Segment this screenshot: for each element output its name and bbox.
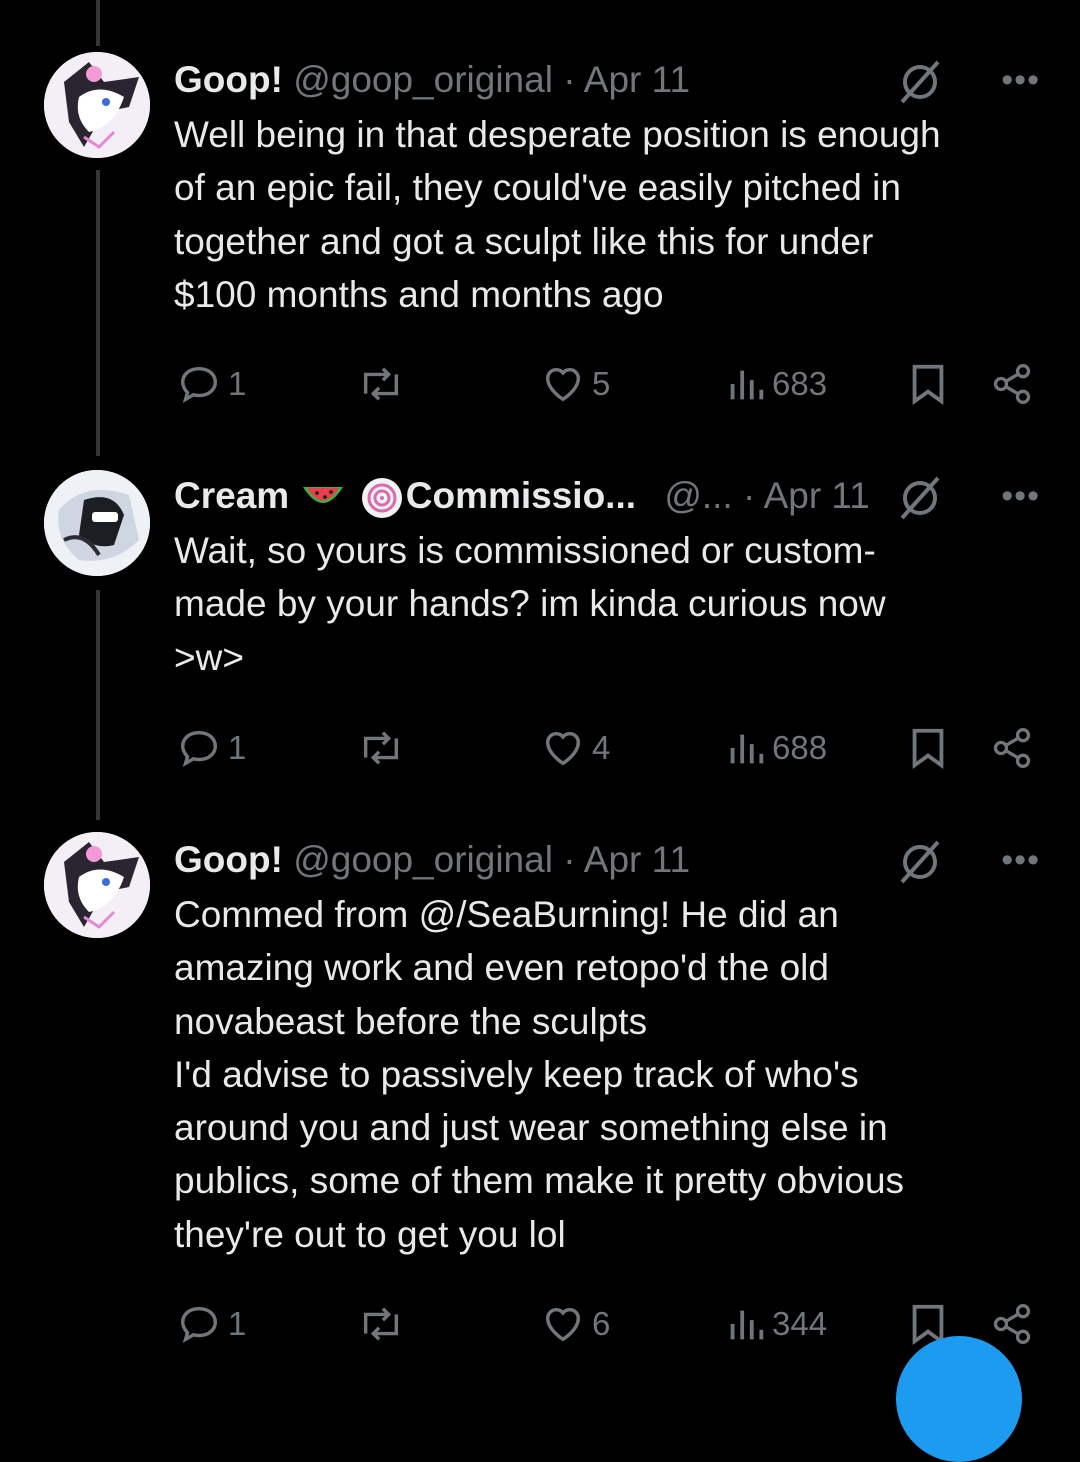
views-icon: [730, 734, 764, 764]
tweet-actions: 1 5 683: [174, 356, 1040, 412]
reply-button[interactable]: 1: [176, 1296, 246, 1352]
repost-button[interactable]: [356, 720, 406, 776]
more-icon[interactable]: •••: [1001, 52, 1040, 108]
tweet[interactable]: Cream Commissio... @... · Apr 11 ••• Wai…: [174, 468, 1040, 684]
share-icon: [993, 1304, 1031, 1344]
reply-button[interactable]: 1: [176, 720, 246, 776]
timestamp[interactable]: Apr 11: [584, 839, 690, 880]
views-icon: [730, 1310, 764, 1340]
views-button[interactable]: 688: [726, 720, 827, 776]
views-count: 344: [772, 1305, 828, 1342]
views-count: 683: [772, 365, 828, 402]
tweet-text: Well being in that desperate position is…: [174, 114, 941, 315]
like-count: 6: [592, 1305, 611, 1342]
timestamp[interactable]: Apr 11: [764, 475, 870, 516]
tweet-header: Goop! @goop_original · Apr 11 •••: [174, 832, 1040, 888]
separator-dot: ·: [743, 475, 756, 516]
reply-count: 1: [228, 1305, 247, 1342]
views-count: 688: [772, 729, 828, 766]
views-button[interactable]: 683: [726, 356, 827, 412]
share-icon: [993, 364, 1031, 404]
tweet-header: Cream Commissio... @... · Apr 11 •••: [174, 468, 1040, 524]
user-handle[interactable]: @...: [664, 475, 732, 516]
reply-count: 1: [228, 729, 247, 766]
share-button[interactable]: [990, 1296, 1034, 1352]
tweet-header: Goop! @goop_original · Apr 11 •••: [174, 52, 1040, 108]
reply-icon: [180, 730, 218, 767]
reply-button[interactable]: 1: [176, 356, 246, 412]
display-name[interactable]: Goop!: [174, 59, 283, 100]
repost-icon: [363, 1307, 399, 1341]
separator-dot: ·: [563, 839, 576, 880]
tweet-actions: 1 6 344: [174, 1296, 1040, 1352]
tweet-text: Commed from @/SeaBurning! He did an amaz…: [174, 894, 905, 1255]
heart-icon: [545, 731, 581, 766]
heart-icon: [545, 367, 581, 402]
tweet-actions: 1 4 688: [174, 720, 1040, 776]
repost-icon: [363, 731, 399, 765]
share-button[interactable]: [990, 356, 1034, 412]
like-button[interactable]: 5: [540, 356, 610, 412]
like-count: 5: [592, 365, 611, 402]
bookmark-button[interactable]: [908, 720, 948, 776]
grok-icon[interactable]: [896, 474, 944, 522]
display-name-suffix[interactable]: Commissio...: [406, 475, 636, 516]
heart-icon: [545, 1307, 581, 1342]
avatar[interactable]: [44, 52, 150, 158]
share-icon: [993, 728, 1031, 768]
thread-line-top: [96, 0, 100, 46]
views-button[interactable]: 344: [726, 1296, 827, 1352]
avatar[interactable]: [44, 832, 150, 938]
repost-icon: [363, 367, 399, 401]
like-button[interactable]: 4: [540, 720, 610, 776]
watermelon-emoji: [303, 487, 344, 504]
repost-button[interactable]: [356, 356, 406, 412]
compose-button[interactable]: [896, 1336, 1022, 1462]
grok-icon[interactable]: [896, 838, 944, 886]
display-name[interactable]: Goop!: [174, 839, 283, 880]
like-button[interactable]: 6: [540, 1296, 610, 1352]
tweet[interactable]: Goop! @goop_original · Apr 11 ••• Well b…: [174, 52, 1040, 321]
bookmark-icon: [912, 364, 944, 405]
reply-icon: [180, 1306, 218, 1343]
more-icon[interactable]: •••: [1001, 468, 1040, 524]
thread-line-1: [96, 170, 100, 456]
tweet-text: Wait, so yours is commissioned or custom…: [174, 530, 886, 678]
display-name[interactable]: Cream: [174, 475, 289, 516]
reply-count: 1: [228, 365, 247, 402]
spiral-emoji: [361, 478, 402, 519]
user-handle[interactable]: @goop_original: [293, 839, 553, 880]
views-icon: [730, 370, 764, 400]
share-button[interactable]: [990, 720, 1034, 776]
bookmark-button[interactable]: [908, 356, 948, 412]
repost-button[interactable]: [356, 1296, 406, 1352]
thread-line-2: [96, 590, 100, 820]
separator-dot: ·: [563, 59, 576, 100]
tweet[interactable]: Goop! @goop_original · Apr 11 ••• Commed…: [174, 832, 1040, 1261]
bookmark-icon: [912, 728, 944, 769]
avatar[interactable]: [44, 470, 150, 576]
more-icon[interactable]: •••: [1001, 832, 1040, 888]
reply-icon: [180, 366, 218, 403]
like-count: 4: [592, 729, 611, 766]
grok-icon[interactable]: [896, 58, 944, 106]
timestamp[interactable]: Apr 11: [584, 59, 690, 100]
user-handle[interactable]: @goop_original: [293, 59, 553, 100]
